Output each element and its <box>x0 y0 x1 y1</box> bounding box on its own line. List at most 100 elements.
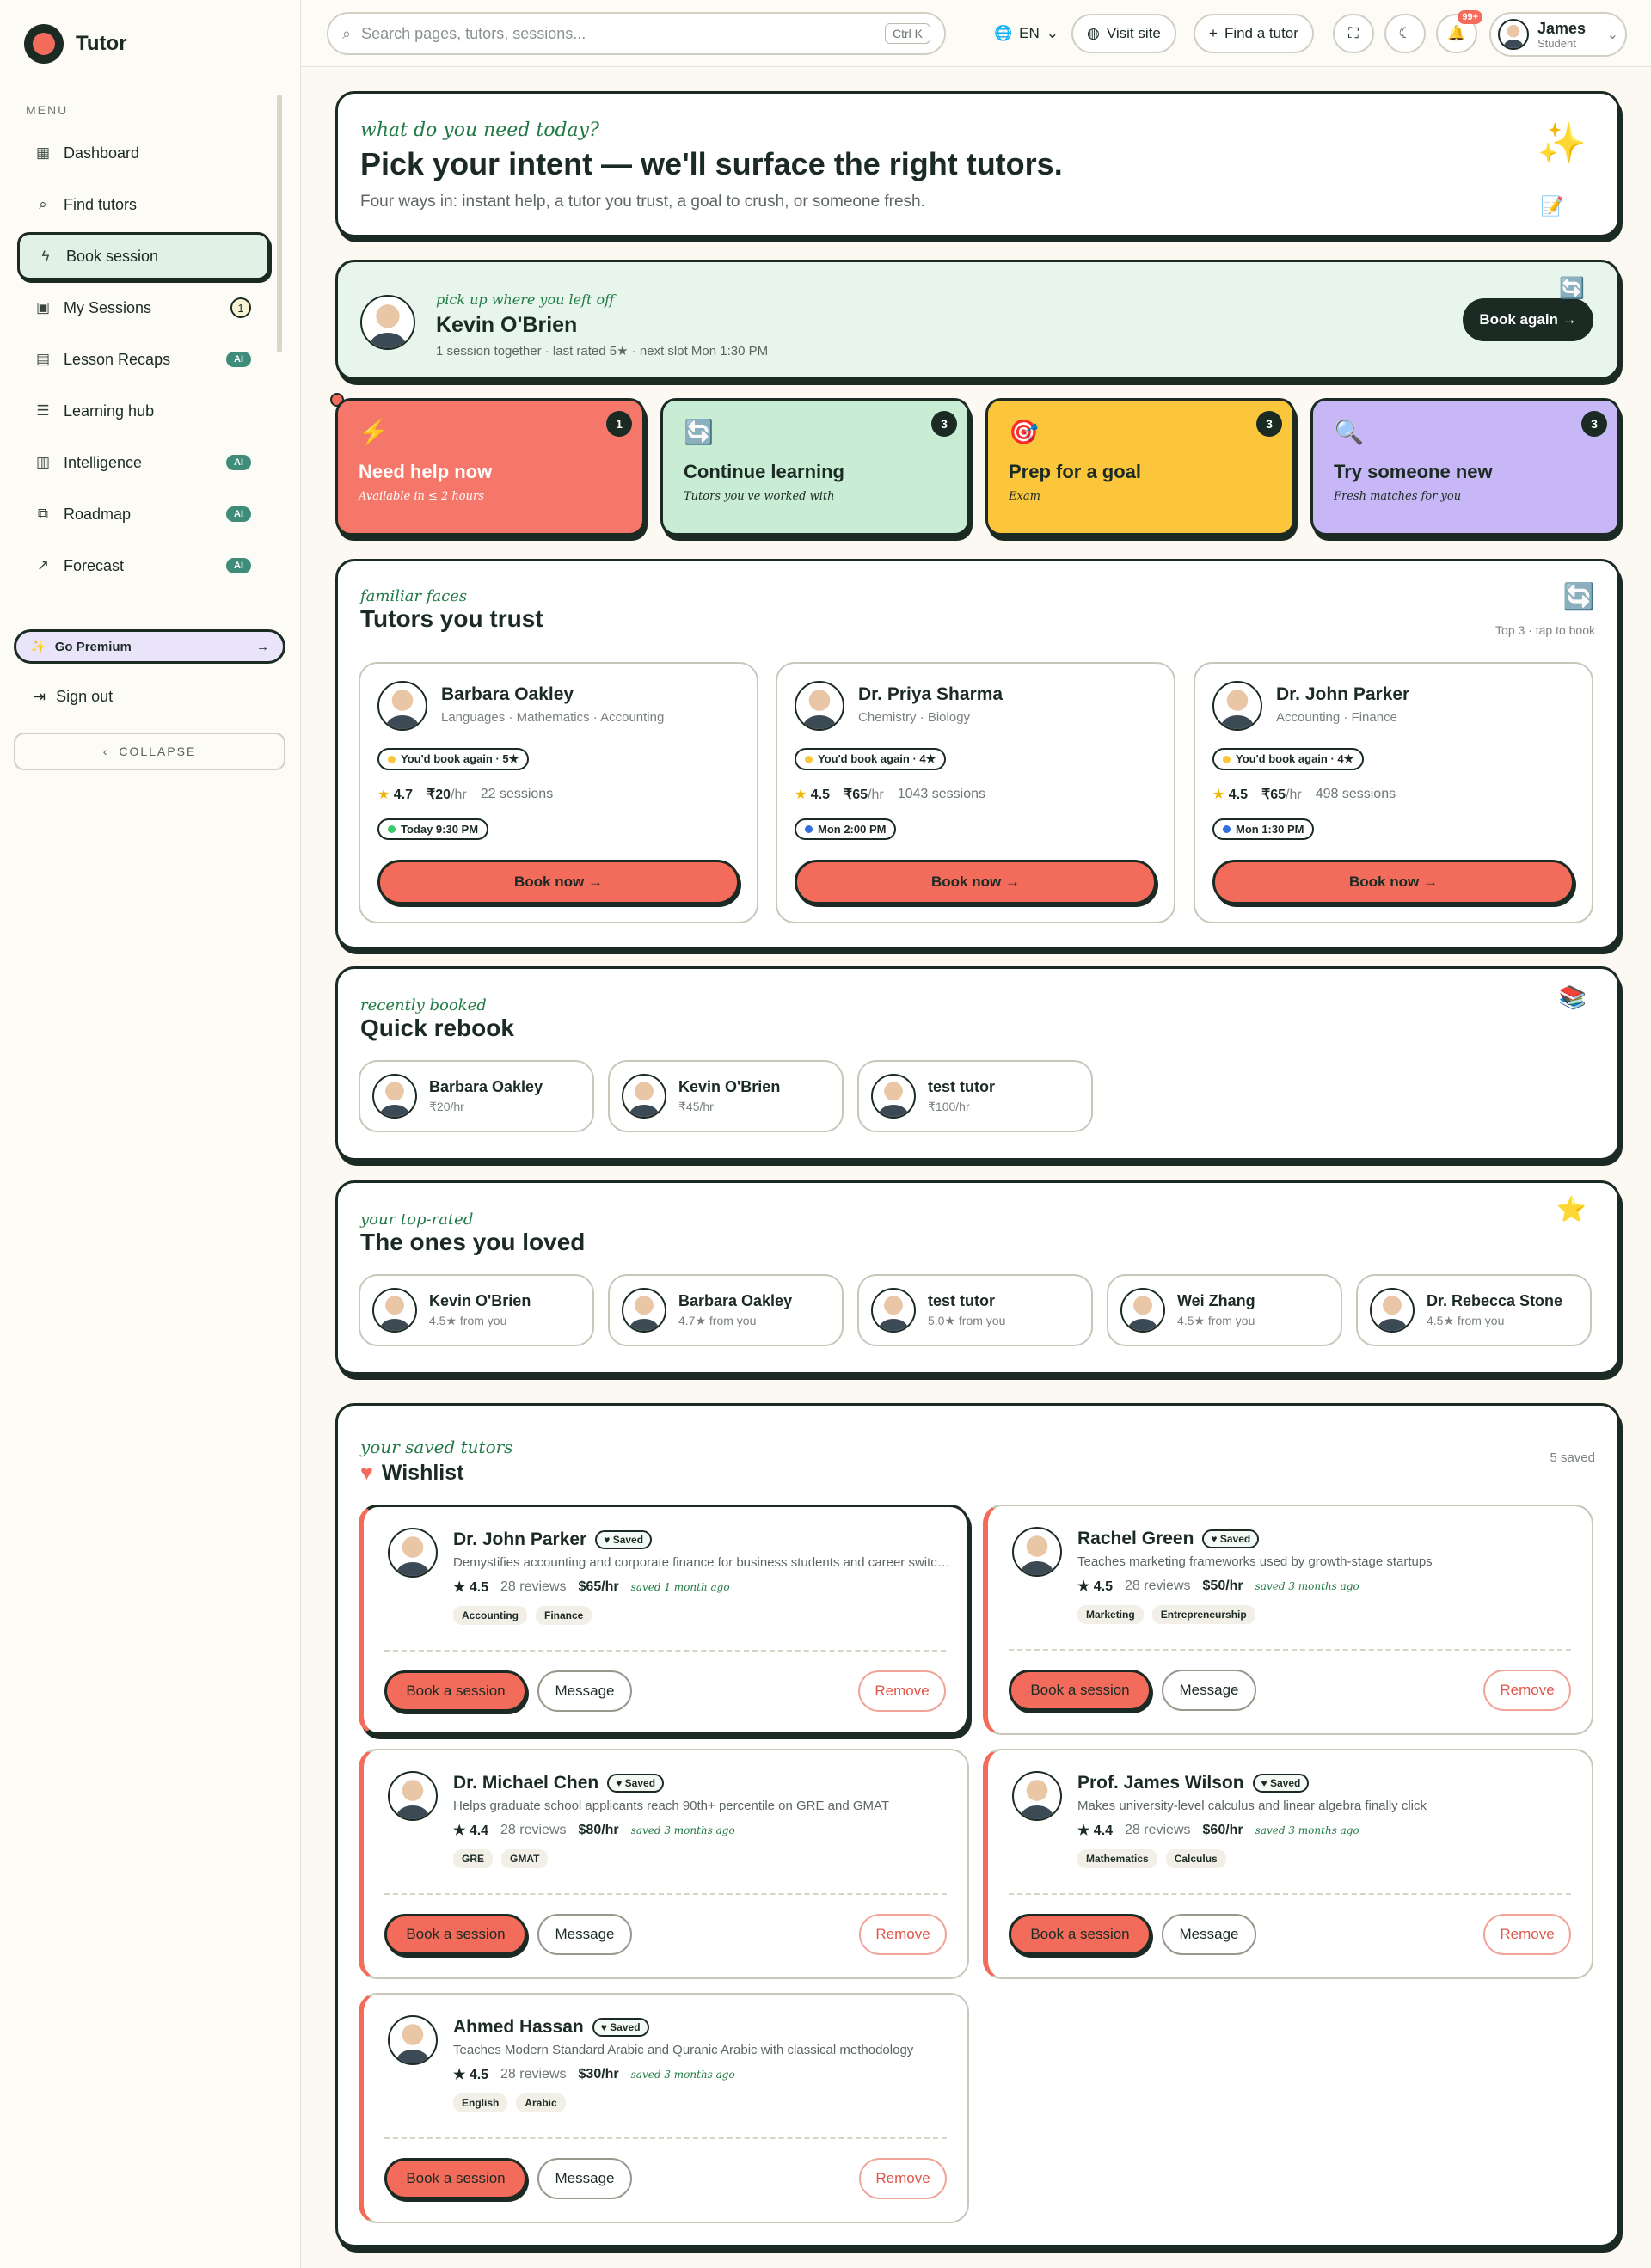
list-icon: ☰ <box>36 402 50 419</box>
sign-out-button[interactable]: ⇥ Sign out <box>33 688 113 706</box>
loved-chip[interactable]: Dr. Rebecca Stone 4.5★ from you <box>1356 1274 1592 1346</box>
book-now-button[interactable]: Book now → <box>795 860 1157 904</box>
fullscreen-button[interactable]: ⛶ <box>1333 14 1374 53</box>
intent-count-badge: 3 <box>931 411 957 437</box>
message-button[interactable]: Message <box>1162 1670 1256 1711</box>
user-menu[interactable]: James Student ⌄ <box>1489 12 1627 57</box>
wishlist-card[interactable]: Ahmed Hassan ♥ Saved Teaches Modern Stand… <box>359 1993 969 2223</box>
visit-site-button[interactable]: ◍ Visit site <box>1071 14 1176 53</box>
loved-chip[interactable]: test tutor 5.0★ from you <box>857 1274 1093 1346</box>
message-button[interactable]: Message <box>537 2158 632 2199</box>
intent-need-help-now[interactable]: ⚡ Need help now Available in ≤ 2 hours 1 <box>335 398 645 536</box>
book-session-button[interactable]: Book a session <box>1009 1670 1151 1711</box>
calendar-icon: ▣ <box>35 299 51 316</box>
loved-chip[interactable]: Wei Zhang 4.5★ from you <box>1107 1274 1342 1346</box>
review-count: 28 reviews <box>1125 1823 1191 1837</box>
book-now-button[interactable]: Book now → <box>377 860 740 904</box>
remove-button[interactable]: Remove <box>859 1914 947 1955</box>
chip-sub: 4.7★ from you <box>678 1314 757 1327</box>
trusted-tutor-card[interactable]: Dr. Priya Sharma Chemistry · Biology You… <box>776 662 1175 923</box>
globe-icon: ◍ <box>1087 25 1100 41</box>
wishlist-card[interactable]: Rachel Green ♥ Saved Teaches marketing fr… <box>983 1505 1593 1735</box>
sidebar-item-roadmap[interactable]: ⧉ Roadmap AI <box>17 490 270 538</box>
trusted-tutor-card[interactable]: Dr. John Parker Accounting · Finance You… <box>1194 662 1593 923</box>
magnifier-icon: 🔍 <box>1334 419 1364 445</box>
user-role: Student <box>1537 36 1576 50</box>
avatar <box>360 295 415 350</box>
notifications-button[interactable]: 🔔 99+ <box>1436 10 1482 53</box>
theme-toggle-button[interactable]: ☾ <box>1384 14 1426 53</box>
avatar <box>372 1074 417 1119</box>
loved-chip[interactable]: Kevin O'Brien 4.5★ from you <box>359 1274 594 1346</box>
sidebar-item-my-sessions[interactable]: ▣ My Sessions 1 <box>17 284 270 332</box>
intent-continue-learning[interactable]: 🔄 Continue learning Tutors you've worked… <box>660 398 970 536</box>
slot-pill[interactable]: Today 9:30 PM <box>377 818 489 840</box>
rebook-chip[interactable]: Kevin O'Brien ₹45/hr <box>608 1060 844 1132</box>
book-session-button[interactable]: Book a session <box>1009 1914 1151 1955</box>
chip-name: Dr. Rebecca Stone <box>1427 1292 1563 1309</box>
sidebar-item-book-session[interactable]: ϟ Book session <box>17 232 270 280</box>
rebook-chip[interactable]: test tutor ₹100/hr <box>857 1060 1093 1132</box>
avatar <box>871 1074 916 1119</box>
trust-title: Tutors you trust <box>360 605 543 632</box>
tutor-name: Dr. Priya Sharma <box>858 684 1003 704</box>
remove-button[interactable]: Remove <box>1483 1670 1571 1711</box>
tutor-rating: 4.7 <box>393 788 414 802</box>
sidebar-item-intelligence[interactable]: ▥ Intelligence AI <box>17 438 270 487</box>
chevron-down-icon: ⌄ <box>1046 25 1059 41</box>
tutor-rating: 4.5 <box>810 788 831 802</box>
sidebar-scrollbar[interactable] <box>277 95 282 352</box>
slot-pill[interactable]: Mon 2:00 PM <box>795 818 897 840</box>
book-session-button[interactable]: Book a session <box>384 1670 527 1712</box>
slot-pill[interactable]: Mon 1:30 PM <box>1212 818 1315 840</box>
language-selector[interactable]: 🌐 EN ⌄ <box>980 14 1072 53</box>
sidebar-item-dashboard[interactable]: ▦ Dashboard <box>17 129 270 177</box>
book-session-button[interactable]: Book a session <box>384 2158 527 2199</box>
book-again-label: You'd book again · 4★ <box>818 752 936 765</box>
trusted-tutor-card[interactable]: Barbara Oakley Languages · Mathematics ·… <box>359 662 758 923</box>
message-button[interactable]: Message <box>1162 1914 1256 1955</box>
book-again-button[interactable]: Book again → <box>1463 298 1593 341</box>
find-tutor-button[interactable]: + Find a tutor <box>1194 14 1314 53</box>
remove-button[interactable]: Remove <box>858 1670 946 1712</box>
tutor-sessions: 22 sessions <box>480 787 554 801</box>
intent-subtitle: Tutors you've worked with <box>684 490 835 503</box>
sidebar-item-label: Roadmap <box>64 505 132 523</box>
search-icon: ⌕ <box>39 196 47 212</box>
avatar <box>1012 1771 1062 1821</box>
logo-mark-icon <box>24 24 64 64</box>
loved-chip[interactable]: Barbara Oakley 4.7★ from you <box>608 1274 844 1346</box>
intent-subtitle: Available in ≤ 2 hours <box>359 490 484 503</box>
message-button[interactable]: Message <box>537 1670 632 1712</box>
book-now-button[interactable]: Book now → <box>1212 860 1574 904</box>
collapse-button[interactable]: ‹ COLLAPSE <box>14 733 285 770</box>
tutor-description: Makes university-level calculus and line… <box>1077 1799 1427 1813</box>
intent-title: Try someone new <box>1334 461 1493 482</box>
remove-button[interactable]: Remove <box>1483 1914 1571 1955</box>
wishlist-card[interactable]: Dr. Michael Chen ♥ Saved Helps graduate s… <box>359 1749 969 1979</box>
sidebar-item-forecast[interactable]: ↗ Forecast AI <box>17 542 270 590</box>
sidebar-item-lesson-recaps[interactable]: ▤ Lesson Recaps AI <box>17 335 270 383</box>
message-button[interactable]: Message <box>537 1914 632 1955</box>
price-unit: /hr <box>1286 788 1302 802</box>
rebook-chip[interactable]: Barbara Oakley ₹20/hr <box>359 1060 594 1132</box>
intent-prep-for-goal[interactable]: 🎯 Prep for a goal Exam 3 <box>985 398 1295 536</box>
search-input[interactable]: ⌕ Search pages, tutors, sessions... Ctrl… <box>327 12 946 55</box>
wishlist-card[interactable]: Prof. James Wilson ♥ Saved Makes universi… <box>983 1749 1593 1979</box>
resume-card: pick up where you left off Kevin O'Brien… <box>335 260 1620 380</box>
sidebar-item-learning-hub[interactable]: ☰ Learning hub <box>17 387 270 435</box>
intent-try-someone-new[interactable]: 🔍 Try someone new Fresh matches for you … <box>1310 398 1620 536</box>
sidebar-item-find-tutors[interactable]: ⌕ Find tutors <box>17 181 270 229</box>
target-icon: 🎯 <box>1009 419 1039 445</box>
app-logo[interactable]: Tutor <box>24 24 127 64</box>
remove-button[interactable]: Remove <box>859 2158 947 2199</box>
subject-tag: Finance <box>536 1606 592 1625</box>
book-again-pill: You'd book again · 4★ <box>1212 748 1365 770</box>
wishlist-kicker: your saved tutors <box>360 1437 513 1457</box>
book-session-button[interactable]: Book a session <box>384 1914 527 1955</box>
go-premium-button[interactable]: ✨ Go Premium → <box>14 629 285 664</box>
ai-badge: AI <box>226 506 251 522</box>
sign-out-label: Sign out <box>56 688 114 705</box>
review-count: 28 reviews <box>500 1579 567 1594</box>
wishlist-card[interactable]: Dr. John Parker ♥ Saved Demystifies accou… <box>359 1505 969 1735</box>
